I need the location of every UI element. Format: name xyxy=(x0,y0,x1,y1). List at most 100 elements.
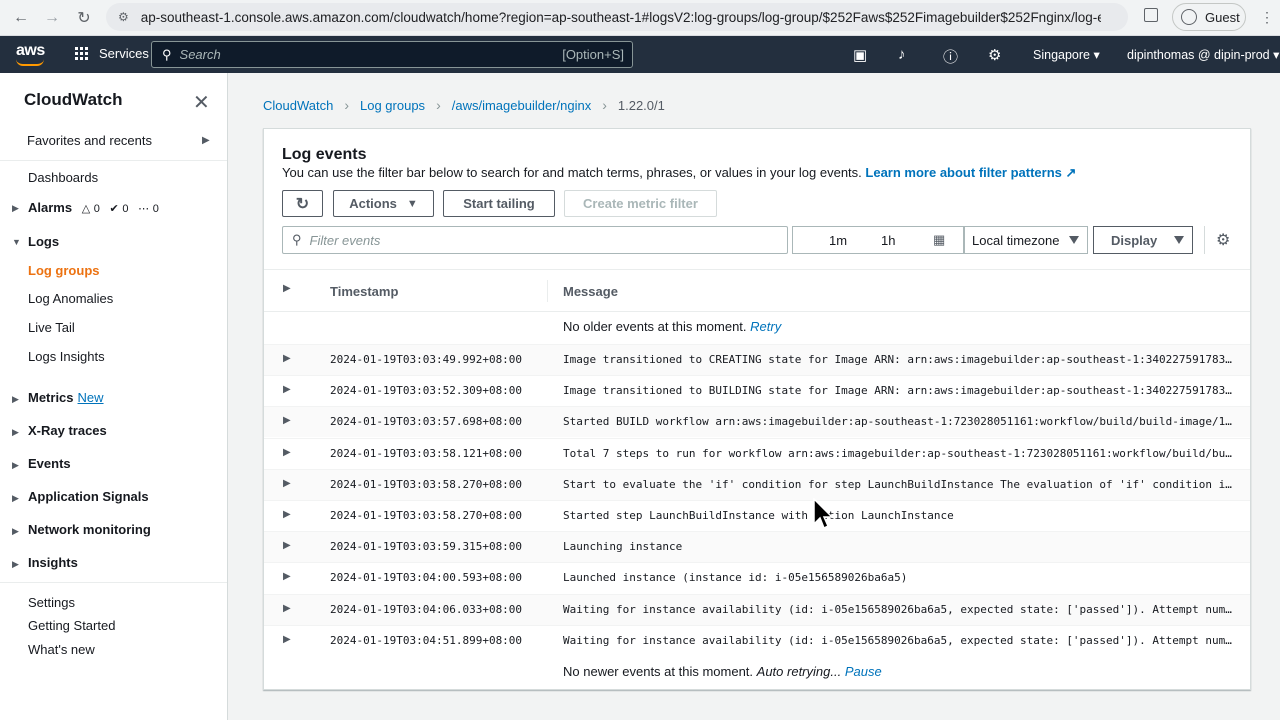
calendar-icon[interactable]: ▦ xyxy=(933,232,945,248)
sidebar-item-events[interactable]: Events xyxy=(28,456,71,471)
region-selector[interactable]: Singapore ▾ xyxy=(1033,47,1100,62)
expand-row-icon[interactable]: ▶ xyxy=(283,634,291,645)
help-icon[interactable]: ⓘ xyxy=(943,46,958,67)
sidebar-item-favorites[interactable]: Favorites and recents xyxy=(27,133,152,148)
reload-icon[interactable]: ↻ xyxy=(74,8,94,28)
search-icon: ⚲ xyxy=(162,46,172,62)
aws-smile xyxy=(16,59,44,66)
table-row[interactable]: ▶ 2024-01-19T03:04:51.899+08:00 Waiting fo… xyxy=(264,624,1250,656)
table-header: ▶ Timestamp Message xyxy=(264,269,1250,312)
caret-right-icon[interactable]: ▶ xyxy=(12,460,19,471)
no-newer-events: No newer events at this moment. Auto ret… xyxy=(563,664,882,679)
services-label: Services xyxy=(99,46,149,61)
caret-right-icon[interactable]: ▶ xyxy=(12,427,19,438)
expand-row-icon[interactable]: ▶ xyxy=(283,540,291,551)
profile-button[interactable]: Guest xyxy=(1172,3,1246,31)
back-icon[interactable]: ← xyxy=(11,8,31,28)
breadcrumb-cloudwatch[interactable]: CloudWatch xyxy=(263,98,333,113)
row-timestamp: 2024-01-19T03:03:58.270+08:00 xyxy=(330,477,523,491)
pause-link[interactable]: Pause xyxy=(845,664,882,679)
site-info-icon[interactable]: ⚙ xyxy=(118,10,129,24)
ok-icon: ✔ xyxy=(109,203,119,215)
expand-row-icon[interactable]: ▶ xyxy=(283,415,291,426)
table-row[interactable]: ▶ 2024-01-19T03:03:58.270+08:00 Started st… xyxy=(264,500,1250,531)
column-divider[interactable] xyxy=(547,280,548,302)
table-row[interactable]: ▶ 2024-01-19T03:03:58.121+08:00 Total 7 st… xyxy=(264,437,1250,469)
range-1h[interactable]: 1h xyxy=(881,233,895,248)
display-button[interactable]: Display xyxy=(1093,226,1193,254)
create-metric-filter-button[interactable]: Create metric filter xyxy=(564,190,717,217)
search-input[interactable]: ⚲ Search [Option+S] xyxy=(151,41,633,68)
table-row[interactable]: ▶ 2024-01-19T03:04:06.033+08:00 Waiting fo… xyxy=(264,593,1250,625)
account-menu[interactable]: dipinthomas @ dipin-prod ▾ xyxy=(1127,47,1279,62)
caret-right-icon[interactable]: ▶ xyxy=(12,203,19,214)
sidebar-item-dashboards[interactable]: Dashboards xyxy=(28,170,98,185)
notifications-icon[interactable]: ♪ xyxy=(898,46,906,63)
caret-down-icon[interactable]: ▼ xyxy=(12,237,21,247)
row-timestamp: 2024-01-19T03:03:59.315+08:00 xyxy=(330,540,523,554)
retry-link[interactable]: Retry xyxy=(750,319,781,334)
expand-row-icon[interactable]: ▶ xyxy=(283,353,291,364)
caret-right-icon[interactable]: ▶ xyxy=(202,135,210,146)
column-timestamp[interactable]: Timestamp xyxy=(330,284,398,299)
learn-more-link[interactable]: Learn more about filter patterns ↗ xyxy=(865,165,1076,180)
table-row[interactable]: ▶ 2024-01-19T03:03:59.315+08:00 Launching … xyxy=(264,531,1250,563)
sidebar-title[interactable]: CloudWatch xyxy=(24,90,123,110)
breadcrumb-log-groups[interactable]: Log groups xyxy=(360,98,425,113)
sidebar-item-log-anomalies[interactable]: Log Anomalies xyxy=(28,291,113,306)
caret-right-icon[interactable]: ▶ xyxy=(12,559,19,570)
forward-icon[interactable]: → xyxy=(42,8,62,28)
log-rows: ▶ 2024-01-19T03:03:49.992+08:00 Image tran… xyxy=(264,344,1250,656)
table-row[interactable]: ▶ 2024-01-19T03:03:49.992+08:00 Image tran… xyxy=(264,344,1250,375)
table-row[interactable]: ▶ 2024-01-19T03:04:00.593+08:00 Launched i… xyxy=(264,562,1250,594)
expand-row-icon[interactable]: ▶ xyxy=(283,447,291,458)
preferences-gear-icon[interactable]: ⚙ xyxy=(1216,230,1230,250)
sidebar-item-xray[interactable]: X-Ray traces xyxy=(28,423,107,438)
address-bar[interactable]: ⚙ ap-southeast-1.console.aws.amazon.com/… xyxy=(106,3,1128,31)
table-row[interactable]: ▶ 2024-01-19T03:03:58.270+08:00 Start to e… xyxy=(264,468,1250,500)
filter-events-input[interactable]: ⚲ Filter events xyxy=(282,226,788,254)
sidebar-item-getting-started[interactable]: Getting Started xyxy=(28,618,115,633)
settings-icon[interactable]: ⚙ xyxy=(988,46,1001,64)
expand-row-icon[interactable]: ▶ xyxy=(283,603,291,614)
breadcrumb-log-group[interactable]: /aws/imagebuilder/nginx xyxy=(452,98,591,113)
caret-right-icon[interactable]: ▶ xyxy=(12,493,19,504)
table-row[interactable]: ▶ 2024-01-19T03:03:57.698+08:00 Started BU… xyxy=(264,406,1250,438)
column-message[interactable]: Message xyxy=(563,284,618,299)
caret-right-icon[interactable]: ▶ xyxy=(12,526,19,537)
breadcrumb-log-stream: 1.22.0/1 xyxy=(617,97,665,113)
sidebar-item-logs-insights[interactable]: Logs Insights xyxy=(28,349,105,364)
sidebar-item-insights[interactable]: Insights xyxy=(28,555,78,570)
expand-row-icon[interactable]: ▶ xyxy=(283,478,291,489)
expand-row-icon[interactable]: ▶ xyxy=(283,384,291,395)
cloudshell-icon[interactable]: ▣ xyxy=(853,46,867,64)
sidebar-item-log-groups[interactable]: Log groups xyxy=(28,263,100,278)
sidebar-item-alarms[interactable]: Alarms △ 0 ✔ 0 ⋯ 0 xyxy=(28,200,159,215)
sidebar-item-network-monitoring[interactable]: Network monitoring xyxy=(28,522,151,537)
expand-row-icon[interactable]: ▶ xyxy=(283,509,291,520)
refresh-button[interactable]: ↻ xyxy=(282,190,323,217)
sidebar-item-settings[interactable]: Settings xyxy=(28,595,75,610)
actions-button[interactable]: Actions ▼ xyxy=(333,190,434,217)
timezone-select[interactable]: Local timezone xyxy=(964,226,1088,254)
main-content: CloudWatch › Log groups › /aws/imagebuil… xyxy=(228,73,1280,720)
row-message: Start to evaluate the 'if' condition for… xyxy=(563,477,1235,491)
sidepanel-icon[interactable] xyxy=(1144,8,1158,22)
learn-more-label: Learn more about filter patterns xyxy=(865,165,1062,180)
sidebar-item-application-signals[interactable]: Application Signals xyxy=(28,489,149,504)
range-1m[interactable]: 1m xyxy=(829,233,847,248)
aws-logo[interactable]: aws xyxy=(16,42,45,66)
sidebar-item-live-tail[interactable]: Live Tail xyxy=(28,320,75,335)
sidebar-item-whats-new[interactable]: What's new xyxy=(28,642,95,657)
table-row[interactable]: ▶ 2024-01-19T03:03:52.309+08:00 Image tran… xyxy=(264,375,1250,407)
menu-icon[interactable]: ⋮ xyxy=(1260,9,1274,26)
expand-row-icon[interactable]: ▶ xyxy=(283,571,291,582)
sidebar-item-logs[interactable]: Logs xyxy=(28,234,59,249)
expand-all-icon[interactable]: ▶ xyxy=(283,283,291,294)
sidebar-item-metrics[interactable]: Metrics New xyxy=(28,390,104,405)
caret-right-icon[interactable]: ▶ xyxy=(12,394,19,405)
services-menu[interactable]: Services xyxy=(75,46,149,61)
row-message: Image transitioned to BUILDING state for… xyxy=(563,384,1235,398)
start-tailing-button[interactable]: Start tailing xyxy=(443,190,555,217)
close-icon[interactable]: ✕ xyxy=(193,90,210,115)
